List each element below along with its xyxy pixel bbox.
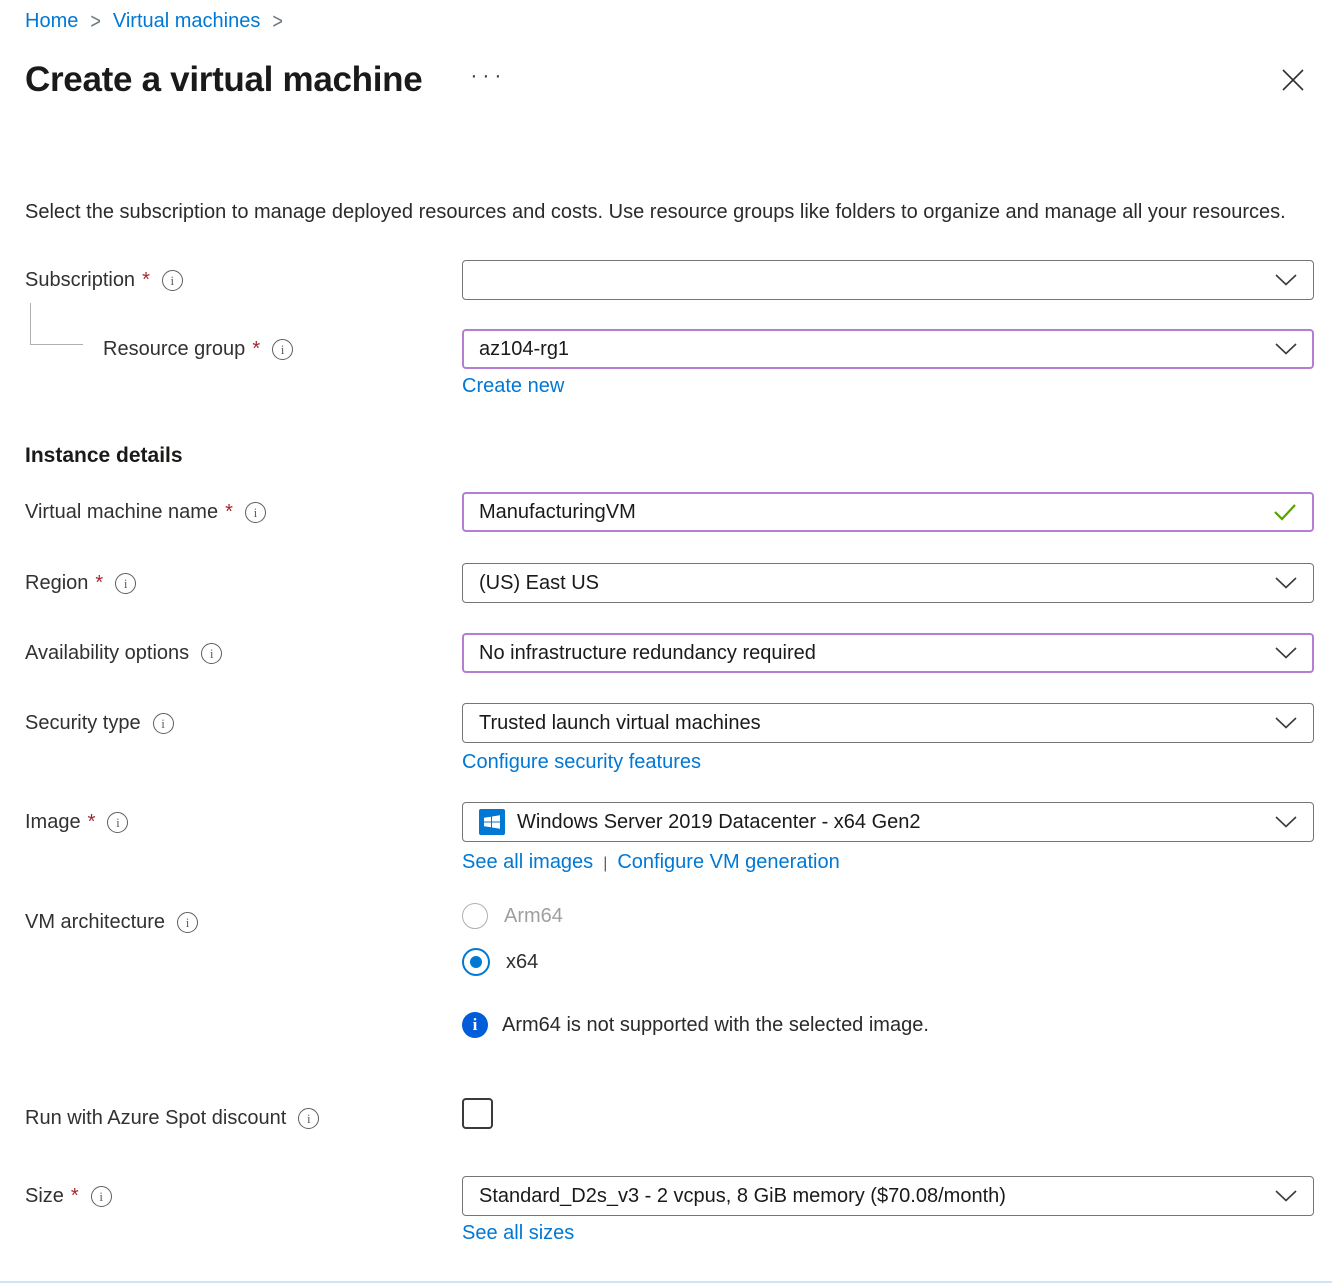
subscription-dropdown[interactable] <box>462 260 1314 300</box>
spot-discount-label-text: Run with Azure Spot discount <box>25 1105 286 1131</box>
instance-details-heading: Instance details <box>25 444 1314 468</box>
more-options-icon[interactable]: ··· <box>470 64 506 88</box>
page-header: Create a virtual machine ··· <box>25 55 1314 105</box>
chevron-down-icon <box>1275 274 1297 286</box>
vm-architecture-label-text: VM architecture <box>25 909 165 935</box>
availability-options-row: Availability options i No infrastructure… <box>25 633 1314 673</box>
create-new-link[interactable]: Create new <box>462 375 564 398</box>
info-icon[interactable]: i <box>272 339 293 360</box>
region-value: (US) East US <box>479 572 1263 595</box>
section-divider <box>0 1281 1332 1283</box>
availability-options-label-text: Availability options <box>25 640 189 666</box>
link-separator: | <box>603 855 607 872</box>
configure-security-features-link[interactable]: Configure security features <box>462 751 701 774</box>
availability-options-value: No infrastructure redundancy required <box>479 642 1263 665</box>
create-vm-page: Home > Virtual machines > Create a virtu… <box>0 0 1332 1284</box>
info-icon[interactable]: i <box>177 912 198 933</box>
image-label-text: Image <box>25 809 81 835</box>
info-icon[interactable]: i <box>115 573 136 594</box>
arch-info-text: Arm64 is not supported with the selected… <box>502 1014 929 1037</box>
image-row: Image * i Windows Server 2019 Datacenter… <box>25 802 1314 874</box>
resource-group-row: Resource group * i az104-rg1 Create new <box>25 329 1314 398</box>
size-label: Size * i <box>25 1176 462 1209</box>
resource-group-value: az104-rg1 <box>479 338 1263 361</box>
required-asterisk: * <box>95 570 103 596</box>
chevron-down-icon <box>1275 1190 1297 1202</box>
breadcrumb-separator-icon: > <box>90 5 101 39</box>
vm-name-row: Virtual machine name * i ManufacturingVM <box>25 492 1314 532</box>
size-row: Size * i Standard_D2s_v3 - 2 vcpus, 8 Gi… <box>25 1176 1314 1245</box>
spot-discount-checkbox[interactable] <box>462 1098 493 1129</box>
hierarchy-connector <box>30 303 83 345</box>
info-icon[interactable]: i <box>153 713 174 734</box>
image-value: Windows Server 2019 Datacenter - x64 Gen… <box>517 811 1263 834</box>
region-label: Region * i <box>25 563 462 596</box>
image-label: Image * i <box>25 802 462 835</box>
image-dropdown[interactable]: Windows Server 2019 Datacenter - x64 Gen… <box>462 802 1314 842</box>
radio-x64[interactable]: x64 <box>462 948 1314 976</box>
required-asterisk: * <box>252 336 260 362</box>
radio-x64-circle-icon <box>462 948 490 976</box>
security-type-label: Security type i <box>25 703 462 736</box>
region-label-text: Region <box>25 570 88 596</box>
radio-arm64-circle-icon <box>462 903 488 929</box>
region-row: Region * i (US) East US <box>25 563 1314 603</box>
required-asterisk: * <box>225 499 233 525</box>
security-type-dropdown[interactable]: Trusted launch virtual machines <box>462 703 1314 743</box>
region-dropdown[interactable]: (US) East US <box>462 563 1314 603</box>
spot-discount-label: Run with Azure Spot discount i <box>25 1098 462 1131</box>
info-icon[interactable]: i <box>91 1186 112 1207</box>
size-value: Standard_D2s_v3 - 2 vcpus, 8 GiB memory … <box>479 1185 1263 1208</box>
page-title: Create a virtual machine <box>25 56 422 104</box>
see-all-sizes-link[interactable]: See all sizes <box>462 1222 574 1245</box>
chevron-down-icon <box>1275 816 1297 828</box>
required-asterisk: * <box>71 1183 79 1209</box>
security-type-label-text: Security type <box>25 710 141 736</box>
required-asterisk: * <box>142 267 150 293</box>
spot-discount-row: Run with Azure Spot discount i <box>25 1098 1314 1134</box>
breadcrumb-separator-icon: > <box>272 5 283 39</box>
subscription-label: Subscription * i <box>25 260 462 293</box>
chevron-down-icon <box>1275 647 1297 659</box>
info-icon[interactable]: i <box>245 502 266 523</box>
radio-arm64[interactable]: Arm64 <box>462 902 1314 930</box>
windows-logo-icon <box>479 809 505 835</box>
chevron-down-icon <box>1275 577 1297 589</box>
info-filled-icon: i <box>462 1012 488 1038</box>
vm-architecture-row: VM architecture i Arm64 x64 i Arm64 is n… <box>25 902 1314 1038</box>
vm-name-label-text: Virtual machine name <box>25 499 218 525</box>
chevron-down-icon <box>1275 343 1297 355</box>
close-icon[interactable] <box>1280 67 1306 93</box>
security-type-row: Security type i Trusted launch virtual m… <box>25 703 1314 774</box>
arch-info-message: i Arm64 is not supported with the select… <box>462 1012 1314 1038</box>
see-all-images-link[interactable]: See all images <box>462 851 593 874</box>
info-icon[interactable]: i <box>201 643 222 664</box>
vm-name-label: Virtual machine name * i <box>25 492 462 525</box>
size-label-text: Size <box>25 1183 64 1209</box>
vm-architecture-label: VM architecture i <box>25 902 462 935</box>
subscription-label-text: Subscription <box>25 267 135 293</box>
availability-options-label: Availability options i <box>25 633 462 666</box>
subscription-row: Subscription * i <box>25 260 1314 300</box>
breadcrumb-home[interactable]: Home <box>25 8 78 35</box>
breadcrumb-virtual-machines[interactable]: Virtual machines <box>113 8 260 35</box>
vm-name-value: ManufacturingVM <box>479 501 1261 524</box>
required-asterisk: * <box>88 809 96 835</box>
radio-x64-label: x64 <box>506 951 538 974</box>
availability-options-dropdown[interactable]: No infrastructure redundancy required <box>462 633 1314 673</box>
size-dropdown[interactable]: Standard_D2s_v3 - 2 vcpus, 8 GiB memory … <box>462 1176 1314 1216</box>
info-icon[interactable]: i <box>107 812 128 833</box>
valid-check-icon <box>1273 503 1297 521</box>
configure-vm-generation-link[interactable]: Configure VM generation <box>617 851 839 874</box>
breadcrumb: Home > Virtual machines > <box>25 8 1314 35</box>
vm-name-input[interactable]: ManufacturingVM <box>462 492 1314 532</box>
info-icon[interactable]: i <box>162 270 183 291</box>
resource-group-label: Resource group * i <box>25 329 462 362</box>
resource-group-dropdown[interactable]: az104-rg1 <box>462 329 1314 369</box>
info-icon[interactable]: i <box>298 1108 319 1129</box>
chevron-down-icon <box>1275 717 1297 729</box>
intro-text: Select the subscription to manage deploy… <box>25 197 1293 228</box>
radio-arm64-label: Arm64 <box>504 905 563 928</box>
security-type-value: Trusted launch virtual machines <box>479 712 1263 735</box>
